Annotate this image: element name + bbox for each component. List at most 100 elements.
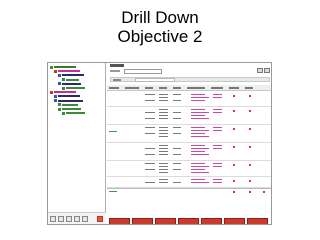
action-button[interactable] bbox=[178, 218, 199, 224]
action-button[interactable] bbox=[201, 218, 222, 224]
status-marker bbox=[249, 180, 251, 182]
export-button[interactable] bbox=[97, 216, 103, 222]
results-grid bbox=[107, 85, 271, 210]
link-text[interactable] bbox=[191, 154, 209, 155]
link-text[interactable] bbox=[213, 148, 222, 149]
link-text[interactable] bbox=[191, 169, 205, 170]
cell-text bbox=[145, 112, 155, 113]
tree-node-label bbox=[54, 91, 76, 94]
tree-node-label bbox=[62, 103, 78, 106]
table-row[interactable] bbox=[107, 177, 271, 188]
link-text[interactable] bbox=[213, 97, 222, 98]
link-text[interactable] bbox=[213, 166, 222, 167]
cell-text bbox=[159, 172, 168, 173]
action-button[interactable] bbox=[247, 218, 268, 224]
slide-title-line2: Objective 2 bbox=[117, 27, 203, 46]
cell-text bbox=[173, 118, 181, 119]
link-text[interactable] bbox=[191, 148, 209, 149]
link-text[interactable] bbox=[191, 172, 209, 173]
link-text[interactable] bbox=[213, 179, 222, 180]
link-text[interactable] bbox=[191, 145, 205, 146]
action-button[interactable] bbox=[224, 218, 245, 224]
link-text[interactable] bbox=[213, 109, 222, 110]
totals-label bbox=[109, 191, 117, 192]
refresh-button[interactable] bbox=[66, 216, 72, 222]
filter-select[interactable] bbox=[124, 69, 162, 74]
cell-text bbox=[159, 166, 168, 167]
column-header[interactable] bbox=[145, 87, 153, 89]
tree-node-label bbox=[66, 78, 79, 81]
column-header[interactable] bbox=[125, 87, 139, 89]
column-header[interactable] bbox=[109, 87, 119, 89]
link-text[interactable] bbox=[191, 118, 209, 119]
folder-icon bbox=[58, 82, 61, 86]
link-text[interactable] bbox=[191, 94, 205, 95]
link-text[interactable] bbox=[213, 127, 222, 128]
next-page-button[interactable] bbox=[74, 216, 80, 222]
column-header[interactable] bbox=[187, 87, 205, 89]
column-header[interactable] bbox=[211, 87, 223, 89]
link-text[interactable] bbox=[191, 109, 205, 110]
link-text[interactable] bbox=[191, 130, 209, 131]
link-text[interactable] bbox=[191, 127, 205, 128]
tree-node-label bbox=[62, 108, 81, 110]
cell-text bbox=[159, 118, 168, 119]
action-button[interactable] bbox=[132, 218, 153, 224]
filter-chip[interactable] bbox=[135, 78, 175, 82]
link-text[interactable] bbox=[191, 151, 205, 152]
link-text[interactable] bbox=[191, 163, 205, 164]
cell-text bbox=[159, 163, 168, 164]
link-text[interactable] bbox=[191, 97, 209, 98]
table-row[interactable] bbox=[107, 125, 271, 143]
status-marker bbox=[233, 110, 235, 112]
table-row[interactable] bbox=[107, 107, 271, 125]
first-page-button[interactable] bbox=[50, 216, 56, 222]
cell-text bbox=[159, 145, 168, 146]
folder-icon bbox=[50, 90, 53, 94]
link-text[interactable] bbox=[213, 163, 222, 164]
toggle-button-2[interactable] bbox=[264, 68, 270, 73]
link-text[interactable] bbox=[213, 130, 222, 131]
status-marker bbox=[233, 180, 235, 182]
filter-bar-label bbox=[113, 79, 121, 81]
link-text[interactable] bbox=[213, 112, 222, 113]
link-text[interactable] bbox=[191, 136, 209, 137]
tree-node[interactable] bbox=[62, 111, 85, 115]
link-text[interactable] bbox=[191, 166, 209, 167]
status-marker bbox=[249, 95, 251, 97]
previous-page-button[interactable] bbox=[58, 216, 64, 222]
column-header[interactable] bbox=[173, 87, 181, 89]
link-text[interactable] bbox=[213, 182, 222, 183]
cell-text bbox=[145, 118, 155, 119]
link-text[interactable] bbox=[191, 133, 205, 134]
column-header[interactable] bbox=[229, 87, 239, 89]
cell-text bbox=[145, 148, 155, 149]
link-text[interactable] bbox=[213, 94, 222, 95]
action-button[interactable] bbox=[155, 218, 176, 224]
action-button[interactable] bbox=[109, 218, 130, 224]
cell-text bbox=[145, 154, 155, 155]
column-header[interactable] bbox=[245, 87, 253, 89]
cell-text bbox=[173, 148, 181, 149]
link-text[interactable] bbox=[191, 182, 209, 183]
folder-icon bbox=[54, 99, 57, 103]
cell-text bbox=[159, 133, 168, 134]
link-text[interactable] bbox=[191, 112, 209, 113]
action-button-strip bbox=[107, 217, 271, 224]
cell-text bbox=[159, 151, 168, 152]
last-page-button[interactable] bbox=[82, 216, 88, 222]
table-row[interactable] bbox=[107, 143, 271, 161]
cell-text bbox=[145, 94, 155, 95]
link-text[interactable] bbox=[191, 115, 205, 116]
folder-icon bbox=[62, 78, 65, 82]
cell-text bbox=[159, 130, 168, 131]
table-row[interactable] bbox=[107, 161, 271, 177]
link-text[interactable] bbox=[191, 179, 205, 180]
link-text[interactable] bbox=[191, 100, 205, 101]
toggle-button[interactable] bbox=[257, 68, 263, 73]
grid-header bbox=[107, 85, 271, 91]
status-marker bbox=[233, 164, 235, 166]
column-header[interactable] bbox=[159, 87, 167, 89]
table-row[interactable] bbox=[107, 92, 271, 107]
link-text[interactable] bbox=[213, 145, 222, 146]
